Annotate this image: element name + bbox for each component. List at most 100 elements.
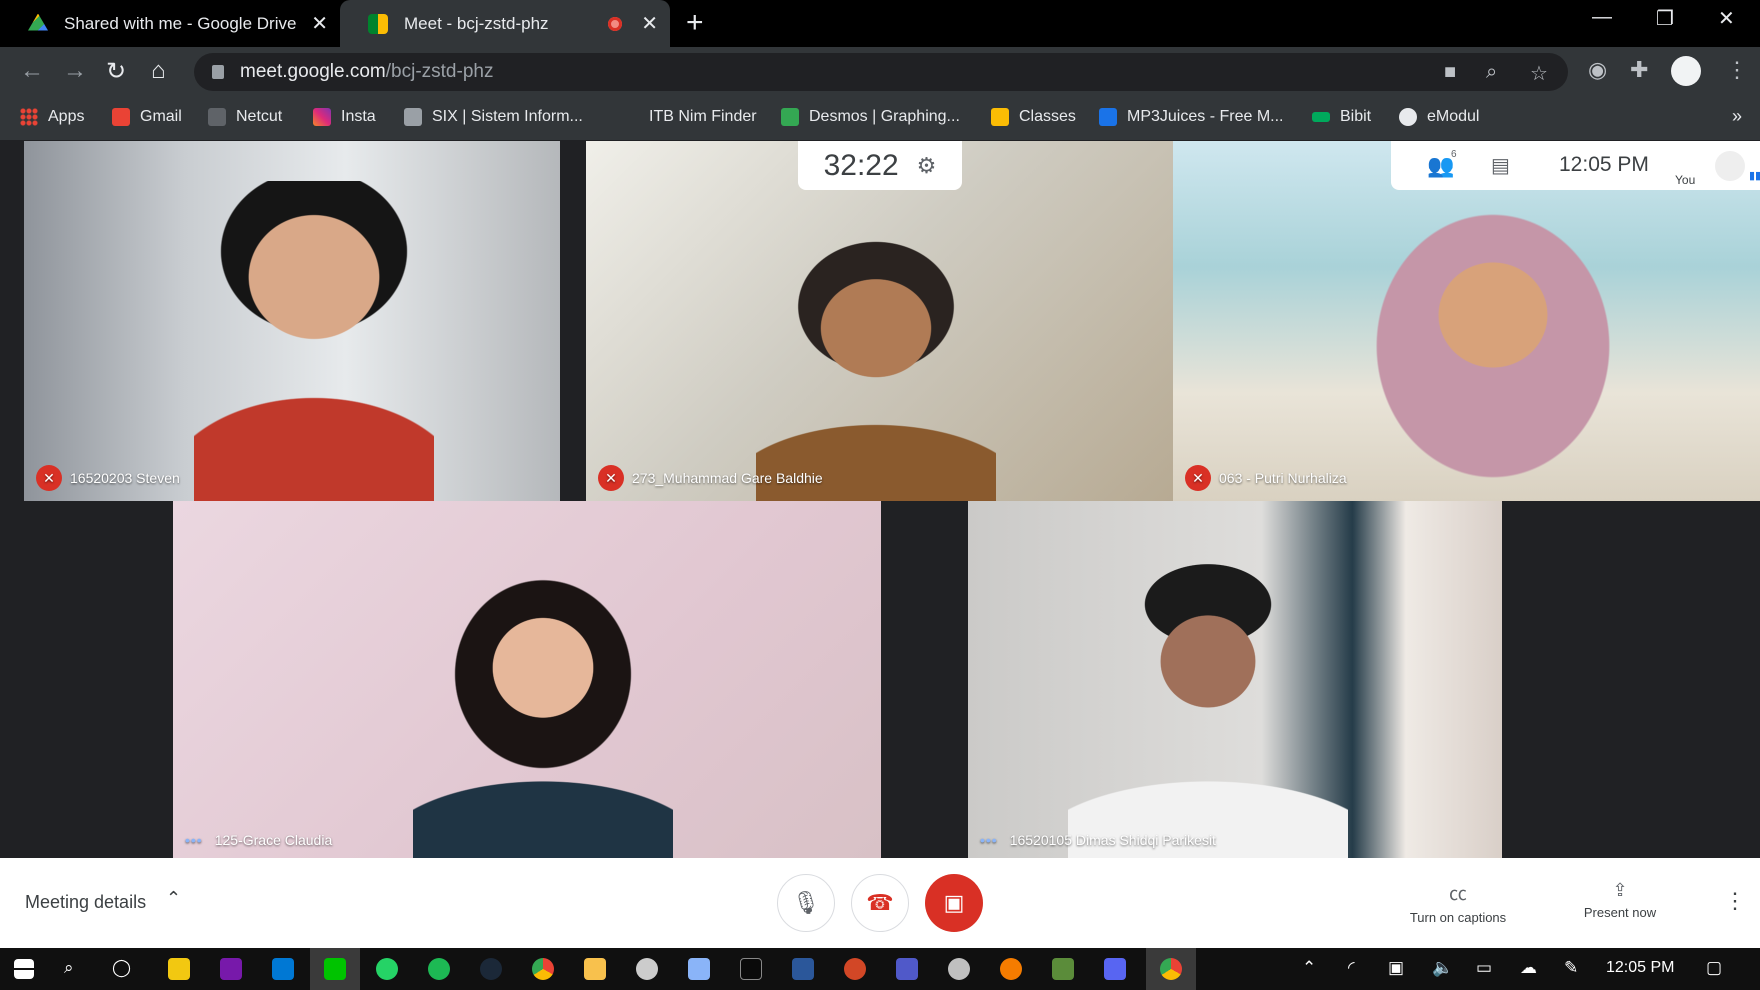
windows-start-icon[interactable] (14, 959, 34, 979)
onedrive-icon[interactable]: ☁ (1520, 958, 1537, 978)
discord-icon[interactable] (1104, 958, 1126, 980)
whatsapp-icon[interactable] (376, 958, 398, 980)
line-icon[interactable] (324, 958, 346, 980)
tab-title: Shared with me - Google Drive (64, 13, 297, 33)
participant-tile[interactable]: ••• 16520105 Dimas Shidqi Parikesit (968, 501, 1502, 858)
video-feed (413, 541, 673, 858)
camera-indicator-icon[interactable]: ■ (1444, 61, 1456, 84)
bookmark-mp3juices[interactable]: MP3Juices - Free M... (1099, 108, 1283, 126)
blank-page-icon (621, 108, 639, 126)
bookmark-emodul[interactable]: eModul (1399, 108, 1479, 126)
mic-off-icon: ✕ (1185, 465, 1211, 491)
meeting-details-button[interactable]: Meeting details (25, 892, 146, 913)
globe-icon (1399, 108, 1417, 126)
present-screen-icon: ⇪ (1612, 880, 1628, 900)
chat-icon[interactable]: ▤ (1491, 153, 1510, 178)
bookmark-itb-nim-finder[interactable]: ITB Nim Finder (621, 108, 757, 126)
bookmark-star-icon[interactable]: ☆ (1530, 61, 1548, 86)
bookmark-netcut[interactable]: Netcut (208, 108, 282, 126)
spotify-icon[interactable] (428, 958, 450, 980)
chrome-icon[interactable] (1160, 958, 1182, 980)
participant-name: 273_Muhammad Gare Baldhie (632, 470, 823, 486)
reload-icon[interactable]: ↻ (106, 57, 126, 86)
teams-tray-icon[interactable]: ▣ (1388, 958, 1404, 978)
powerpoint-icon[interactable] (844, 958, 866, 980)
participant-name-bar: ✕ 063 - Putri Nurhaliza (1185, 465, 1347, 491)
paint-icon[interactable] (948, 958, 970, 980)
bookmark-six[interactable]: SIX | Sistem Inform... (404, 108, 583, 126)
minimize-icon[interactable]: — (1592, 6, 1612, 29)
teams-icon[interactable] (896, 958, 918, 980)
hang-up-button[interactable]: ☎ (851, 874, 909, 932)
chevron-up-icon[interactable]: ⌃ (1302, 958, 1316, 978)
participant-tile[interactable]: ✕ 16520203 Steven (24, 141, 560, 501)
back-icon[interactable]: ← (20, 57, 44, 85)
chrome-icon[interactable] (532, 958, 554, 980)
audio-app-icon[interactable] (636, 958, 658, 980)
home-icon[interactable]: ⌂ (151, 57, 166, 85)
notifications-icon[interactable]: ▢ (1706, 958, 1722, 978)
extension-icon[interactable]: ◉ (1588, 57, 1607, 83)
dev-icon[interactable] (740, 958, 762, 980)
microphone-button[interactable]: 🎙 (777, 874, 835, 932)
battery-icon[interactable]: ▭ (1476, 958, 1492, 978)
speaking-indicator-icon: ••• (185, 832, 203, 848)
onenote-icon[interactable] (220, 958, 242, 980)
meeting-timer: 32:22 ⚙ (798, 141, 962, 190)
wifi-icon[interactable]: ◜ (1348, 958, 1355, 978)
bookmark-insta[interactable]: Insta (313, 108, 376, 126)
gear-icon[interactable]: ⚙ (917, 153, 937, 179)
phone-hangup-icon: ☎ (866, 890, 894, 915)
volume-icon[interactable]: 🔈 (1432, 958, 1453, 978)
present-button[interactable]: ⇪ Present now (1572, 880, 1668, 920)
browser-tab-strip: Shared with me - Google Drive ✕ Meet - b… (0, 0, 1760, 47)
tab-google-drive[interactable]: Shared with me - Google Drive ✕ (0, 0, 340, 47)
minecraft-icon[interactable] (1052, 958, 1074, 980)
profile-avatar[interactable] (1671, 56, 1701, 86)
address-bar[interactable]: meet.google.com/bcj-zstd-phz ■ ⌕ ☆ (194, 53, 1568, 91)
bookmark-gmail[interactable]: Gmail (112, 108, 182, 126)
bookmark-desmos[interactable]: Desmos | Graphing... (781, 108, 960, 126)
cortana-icon[interactable]: ◯ (112, 958, 131, 978)
bookmark-apps[interactable]: Apps (20, 108, 84, 126)
recording-icon (608, 16, 622, 31)
file-explorer-icon[interactable] (584, 958, 606, 980)
puzzle-icon[interactable]: ✚ (1630, 57, 1648, 83)
apps-grid-icon (20, 108, 38, 126)
chevron-up-icon[interactable]: ⌃ (166, 888, 181, 909)
word-icon[interactable] (792, 958, 814, 980)
close-tab-icon[interactable]: ✕ (311, 11, 328, 36)
lock-icon (212, 65, 224, 79)
more-options-icon[interactable]: ⋮ (1724, 888, 1746, 914)
notes-app-icon[interactable] (688, 958, 710, 980)
more-bookmarks-icon[interactable]: » (1732, 106, 1742, 127)
desmos-icon (781, 108, 799, 126)
vscode-icon[interactable] (272, 958, 294, 980)
restore-icon[interactable]: ❐ (1656, 6, 1674, 31)
participant-tile[interactable]: ••• 125-Grace Claudia (173, 501, 881, 858)
participant-tile[interactable]: ✕ 273_Muhammad Gare Baldhie (586, 141, 1173, 501)
download-icon (1099, 108, 1117, 126)
search-icon[interactable]: ⌕ (64, 958, 74, 978)
bookmark-classes[interactable]: Classes (991, 108, 1076, 126)
close-window-icon[interactable]: ✕ (1718, 6, 1735, 31)
microphone-icon: 🎙 (792, 890, 820, 915)
menu-icon[interactable]: ⋮ (1726, 57, 1748, 83)
java-icon[interactable] (1000, 958, 1022, 980)
self-view-thumbnail[interactable] (1715, 151, 1745, 181)
timer-value: 32:22 (823, 148, 899, 182)
zoom-icon[interactable]: ⌕ (1486, 61, 1497, 84)
camera-toggle-button[interactable]: ▣ (925, 874, 983, 932)
taskbar-clock[interactable]: 12:05 PM (1606, 959, 1674, 977)
forward-icon[interactable]: → (63, 57, 87, 85)
tab-google-meet[interactable]: Meet - bcj-zstd-phz ✕ (340, 0, 670, 47)
pen-icon[interactable]: ✎ (1564, 958, 1578, 978)
bookmark-bibit[interactable]: Bibit (1312, 108, 1371, 126)
sticky-notes-icon[interactable] (168, 958, 190, 980)
video-feed (756, 231, 996, 501)
captions-button[interactable]: ㏄ Turn on captions (1402, 880, 1514, 925)
participant-tile[interactable]: ✕ 063 - Putri Nurhaliza (1173, 141, 1760, 501)
new-tab-button[interactable]: + (686, 6, 704, 40)
close-tab-icon[interactable]: ✕ (641, 11, 658, 36)
steam-icon[interactable] (480, 958, 502, 980)
